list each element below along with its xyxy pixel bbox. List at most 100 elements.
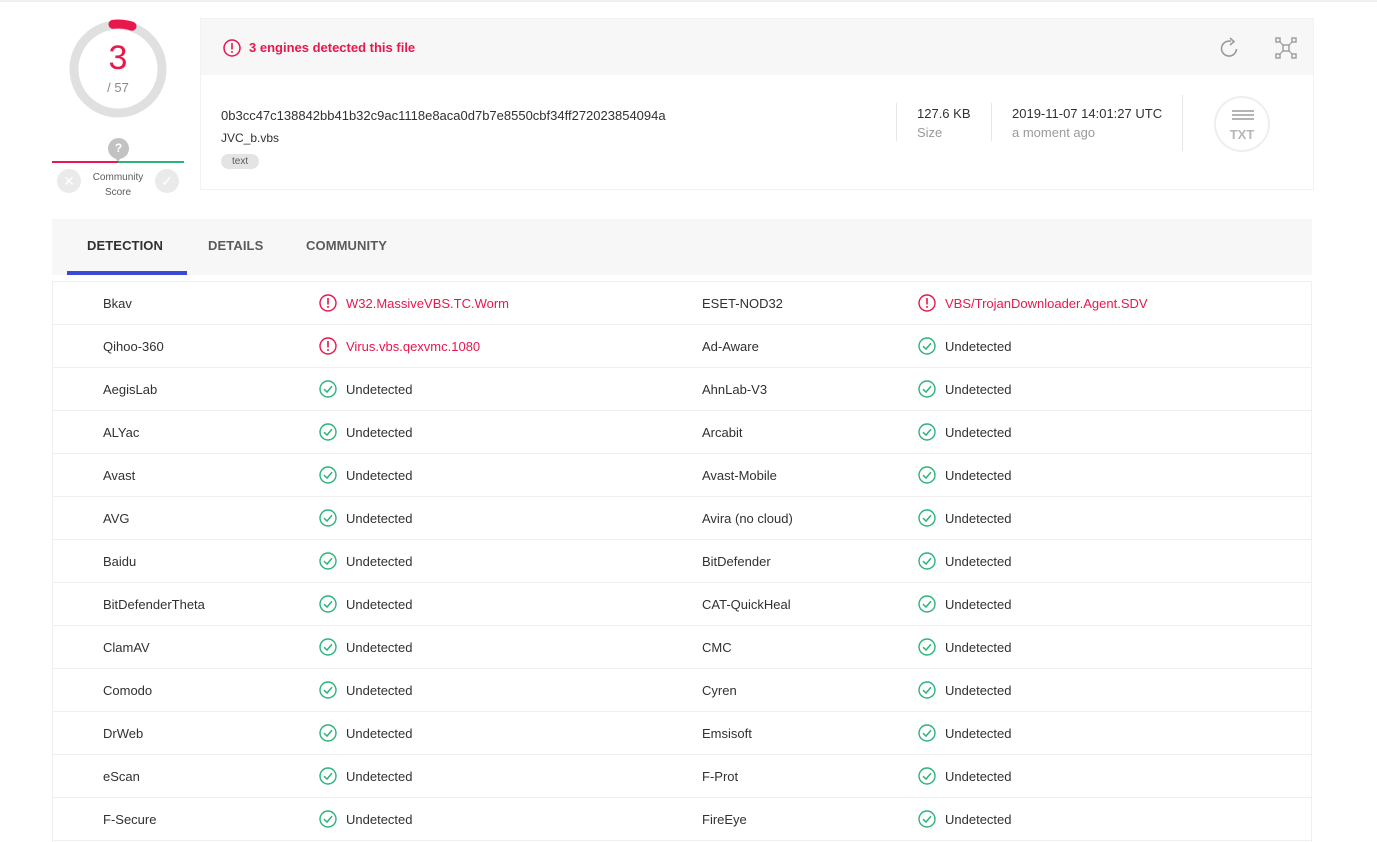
detection-alert-text: 3 engines detected this file: [249, 40, 416, 55]
detection-score-widget: 3 / 57 ? ✕ Community Score ✓: [52, 14, 184, 200]
check-circle-icon: [319, 380, 337, 398]
detection-ratio-arc: [108, 19, 137, 31]
file-hash[interactable]: 0b3cc47c138842bb41b32c9ac1118e8aca0d7b7e…: [221, 108, 666, 123]
document-lines-icon: [1232, 110, 1254, 122]
file-size-label: Size: [917, 125, 943, 140]
detection-result-text: Undetected: [945, 769, 1012, 784]
detection-result-text: Undetected: [346, 683, 413, 698]
engine-name: FireEye: [702, 812, 747, 827]
check-circle-icon: [918, 337, 936, 355]
engine-name: Bkav: [103, 296, 132, 311]
engine-name: F-Prot: [702, 769, 739, 784]
scan-date-value: 2019-11-07 14:01:27 UTC: [1012, 106, 1163, 121]
detection-result-text: Undetected: [346, 554, 413, 569]
report-tabs: DETECTION DETAILS COMMUNITY: [52, 219, 1312, 275]
engine-name: AhnLab-V3: [702, 382, 768, 397]
reload-icon[interactable]: [1217, 36, 1241, 60]
check-circle-icon: [319, 638, 337, 656]
file-name: JVC_b.vbs: [221, 131, 280, 145]
table-row: DrWeb Undetected Emsisoft Undetected: [53, 712, 1311, 755]
detection-result-text: Undetected: [346, 726, 413, 741]
divider: [896, 103, 897, 141]
exclamation-circle-icon: [918, 294, 936, 312]
check-circle-icon: [918, 638, 936, 656]
divider: [1182, 95, 1183, 151]
tab-details[interactable]: DETAILS: [208, 238, 263, 253]
table-row: ClamAV Undetected CMC Undetected: [53, 626, 1311, 669]
tab-detection[interactable]: DETECTION: [87, 238, 163, 253]
table-row: AVG Undetected Avira (no cloud) Undetected: [53, 497, 1311, 540]
engine-name: AegisLab: [103, 382, 158, 397]
exclamation-circle-icon: [319, 337, 337, 355]
engine-name: ClamAV: [103, 640, 150, 655]
detection-result-text: Undetected: [346, 468, 413, 483]
engine-name: Arcabit: [702, 425, 743, 440]
table-row: AegisLab Undetected AhnLab-V3 Undetected: [53, 368, 1311, 411]
close-icon: ✕: [63, 173, 75, 189]
engine-name: Cyren: [702, 683, 737, 698]
check-circle-icon: [319, 509, 337, 527]
engine-name: Baidu: [103, 554, 137, 569]
table-row: Qihoo-360 Virus.vbs.qexvmc.1080 Ad-Aware Un…: [53, 325, 1311, 368]
engine-name: ALYac: [103, 425, 140, 440]
detection-result-text: W32.MassiveVBS.TC.Worm: [346, 296, 510, 311]
table-row: Baidu Undetected BitDefender Undetected: [53, 540, 1311, 583]
engine-name: F-Secure: [103, 812, 157, 827]
check-circle-icon: [319, 595, 337, 613]
file-type-icon: TXT: [1214, 96, 1270, 152]
check-circle-icon: [918, 552, 936, 570]
detection-result-text: Undetected: [945, 683, 1012, 698]
check-circle-icon: [918, 423, 936, 441]
engine-name: CAT-QuickHeal: [702, 597, 791, 612]
detection-result-text: Undetected: [945, 554, 1012, 569]
detection-alert-bar: 3 engines detected this file: [201, 19, 1313, 75]
top-border: [0, 0, 1377, 2]
detection-result-text: Undetected: [945, 812, 1012, 827]
community-score-bar-negative: [52, 161, 118, 163]
detection-result-text: Undetected: [346, 511, 413, 526]
engine-name: Avast: [103, 468, 136, 483]
community-score-label: Community Score: [92, 172, 144, 198]
table-row: Bkav W32.MassiveVBS.TC.Worm ESET-NOD32 VBS/…: [53, 282, 1311, 325]
detections-table: Bkav W32.MassiveVBS.TC.Worm ESET-NOD32 VBS/…: [52, 281, 1312, 842]
detection-result-text: Undetected: [346, 597, 413, 612]
check-circle-icon: [319, 810, 337, 828]
detection-result-text: Undetected: [945, 511, 1012, 526]
check-circle-icon: [918, 380, 936, 398]
engine-name: Avira (no cloud): [702, 511, 793, 526]
vote-harmless-button[interactable]: ✓: [155, 169, 179, 193]
graph-icon[interactable]: [1275, 37, 1297, 59]
check-circle-icon: [918, 767, 936, 785]
check-circle-icon: [319, 552, 337, 570]
table-row: eScan Undetected F-Prot Undetected: [53, 755, 1311, 798]
file-tag[interactable]: text: [221, 154, 260, 169]
community-score-bar-positive: [118, 161, 184, 163]
check-circle-icon: [319, 724, 337, 742]
tab-community[interactable]: COMMUNITY: [306, 238, 387, 253]
table-row: Avast Undetected Avast-Mobile Undetected: [53, 454, 1311, 497]
file-type-label: TXT: [1229, 127, 1255, 142]
detection-result-text: Virus.vbs.qexvmc.1080: [346, 339, 481, 354]
engine-name: Comodo: [103, 683, 153, 698]
detection-result-text: Undetected: [945, 640, 1012, 655]
engine-name: eScan: [103, 769, 140, 784]
detection-result-text: Undetected: [945, 468, 1012, 483]
exclamation-circle-icon: [319, 294, 337, 312]
engine-name: Avast-Mobile: [702, 468, 777, 483]
engine-name: CMC: [702, 640, 732, 655]
table-row: F-Secure Undetected FireEye Undetected: [53, 798, 1311, 841]
check-circle-icon: [319, 767, 337, 785]
detection-result-text: Undetected: [346, 812, 413, 827]
file-size-value: 127.6 KB: [917, 106, 971, 121]
check-circle-icon: [319, 423, 337, 441]
file-info-card: 3 engines detected this file 0b3cc47c138…: [200, 18, 1314, 190]
active-tab-indicator: [67, 271, 187, 275]
engine-name: Qihoo-360: [103, 339, 164, 354]
check-icon: ✓: [161, 173, 173, 189]
check-circle-icon: [918, 681, 936, 699]
scan-date-relative: a moment ago: [1012, 125, 1096, 140]
table-row: Comodo Undetected Cyren Undetected: [53, 669, 1311, 712]
detection-result-text: Undetected: [346, 382, 413, 397]
engine-total: / 57: [107, 80, 129, 95]
vote-malicious-button[interactable]: ✕: [57, 169, 81, 193]
